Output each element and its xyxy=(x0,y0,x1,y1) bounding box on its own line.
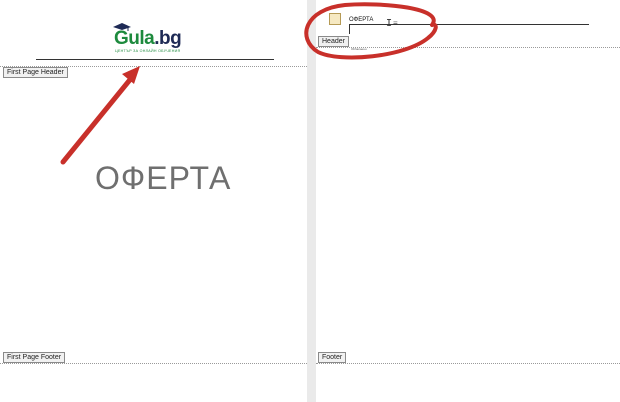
red-arrow-head xyxy=(122,66,140,84)
red-highlight-ellipse xyxy=(304,2,438,60)
red-arrow-shaft xyxy=(60,73,136,165)
annotation-overlay xyxy=(60,2,438,165)
